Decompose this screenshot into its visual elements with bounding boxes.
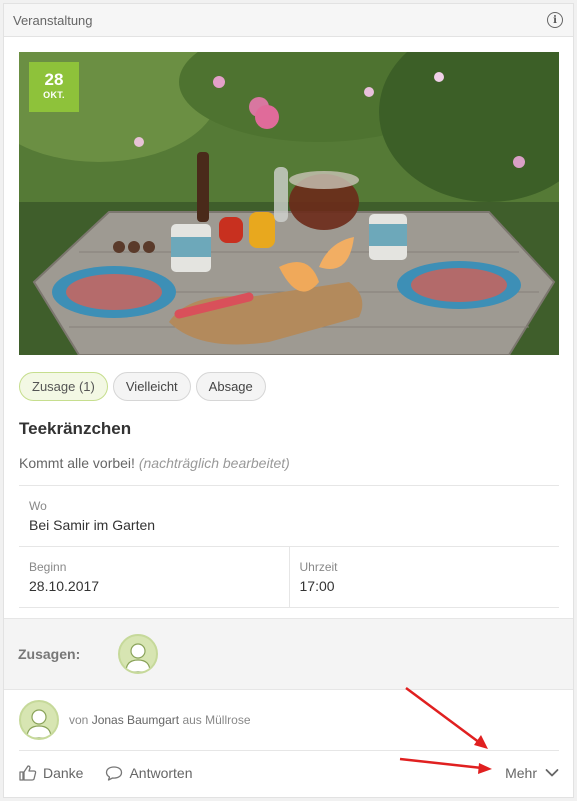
start-label: Beginn	[29, 560, 67, 574]
more-label: Mehr	[505, 764, 537, 781]
accepts-section: Zusagen:	[4, 618, 573, 690]
speech-bubble-icon	[106, 765, 123, 781]
like-label: Danke	[43, 764, 84, 781]
edited-note: (nachträglich bearbeitet)	[138, 455, 290, 471]
where-label: Wo	[29, 499, 47, 513]
reply-label: Antworten	[129, 764, 193, 781]
garden-table-illustration	[19, 52, 559, 355]
date-badge: 28 OKT.	[29, 62, 79, 112]
event-card: Veranstaltung i 28 OKT. Zusage (1) Viell…	[3, 3, 574, 798]
author-text: von Jonas Baumgart aus Müllrose	[69, 713, 251, 727]
start-value: 28.10.2017	[29, 578, 100, 594]
card-title: Veranstaltung	[13, 12, 93, 28]
accepts-label: Zusagen:	[18, 646, 81, 662]
user-silhouette-icon	[26, 709, 52, 738]
author-connector: aus	[182, 713, 202, 727]
author-place: Müllrose	[205, 713, 251, 727]
time-value: 17:00	[299, 578, 335, 594]
thumbs-up-icon	[19, 764, 37, 781]
decline-button[interactable]: Absage	[195, 372, 266, 401]
chevron-down-icon	[545, 768, 559, 776]
maybe-button[interactable]: Vielleicht	[112, 372, 191, 401]
author-avatar[interactable]	[19, 700, 59, 740]
attendee-avatar[interactable]	[118, 634, 158, 674]
location-cell: Wo Bei Samir im Garten	[19, 486, 559, 546]
card-header: Veranstaltung i	[4, 4, 573, 37]
more-button[interactable]: Mehr	[505, 765, 559, 781]
author-name[interactable]: Jonas Baumgart	[92, 713, 179, 727]
where-value: Bei Samir im Garten	[29, 517, 156, 533]
event-details: Wo Bei Samir im Garten Beginn 28.10.2017…	[19, 485, 559, 608]
author-line: von Jonas Baumgart aus Müllrose	[19, 700, 251, 740]
date-month: OKT.	[43, 90, 65, 100]
event-description: Kommt alle vorbei! (nachträglich bearbei…	[19, 455, 290, 471]
accept-button[interactable]: Zusage (1)	[19, 372, 108, 401]
date-day: 28	[44, 70, 64, 89]
start-cell: Beginn 28.10.2017	[19, 547, 289, 607]
actions-bar: Danke Antworten Mehr	[19, 750, 559, 794]
event-title: Teekränzchen	[19, 419, 132, 438]
user-silhouette-icon	[125, 643, 151, 672]
details-row-time: Beginn 28.10.2017 Uhrzeit 17:00	[19, 547, 559, 608]
rsvp-buttons: Zusage (1) Vielleicht Absage	[19, 372, 266, 401]
details-row-location: Wo Bei Samir im Garten	[19, 486, 559, 547]
description-text: Kommt alle vorbei!	[19, 455, 135, 471]
time-label: Uhrzeit	[299, 560, 338, 574]
reply-button[interactable]: Antworten	[105, 764, 193, 781]
info-icon[interactable]: i	[547, 12, 563, 28]
time-cell: Uhrzeit 17:00	[288, 547, 560, 607]
event-photo: 28 OKT.	[19, 52, 559, 355]
author-prefix: von	[69, 713, 89, 727]
like-button[interactable]: Danke	[19, 765, 83, 781]
